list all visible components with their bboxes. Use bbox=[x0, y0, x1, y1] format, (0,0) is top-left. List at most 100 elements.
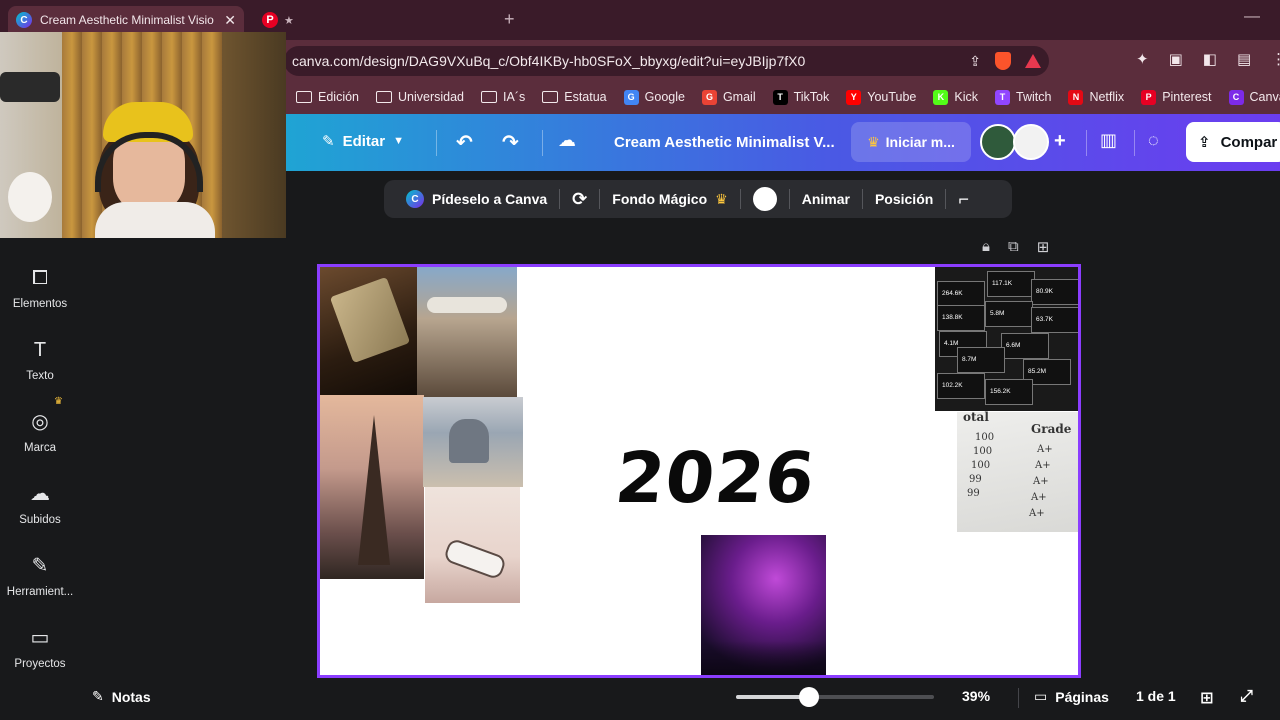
sidebar-item-projects[interactable]: ▭ Proyectos bbox=[0, 626, 80, 670]
photo-beach[interactable] bbox=[423, 397, 523, 487]
undo-icon[interactable]: ↶ bbox=[456, 130, 473, 155]
google-icon: G bbox=[623, 89, 639, 105]
photo-concert[interactable] bbox=[701, 535, 826, 675]
replace-icon[interactable]: ⟳ bbox=[560, 189, 599, 210]
design-title[interactable]: Cream Aesthetic Minimalist V... bbox=[614, 134, 835, 151]
photo-airport[interactable] bbox=[417, 267, 517, 397]
sidebar-item-uploads[interactable]: ☁ Subidos bbox=[0, 482, 80, 526]
menu-icon[interactable]: ⋮ bbox=[1271, 50, 1280, 68]
bookmark-youtube[interactable]: Y YouTube bbox=[846, 89, 916, 105]
new-tab-icon[interactable]: + bbox=[504, 9, 515, 30]
bookmark-label: TikTok bbox=[793, 90, 830, 104]
cloud-saved-icon[interactable]: ☁ bbox=[558, 130, 576, 151]
lock-icon[interactable]: 🔒︎ bbox=[982, 238, 990, 256]
tab-canva[interactable]: C Cream Aesthetic Minimalist Visio ✕ bbox=[8, 6, 244, 34]
bookmark-label: Google bbox=[644, 90, 685, 104]
sidebar-item-brand[interactable]: ◎ Marca bbox=[0, 410, 80, 454]
bookmark-ia-s[interactable]: IA´s bbox=[481, 90, 525, 104]
photo-eiffel-tower[interactable] bbox=[320, 395, 424, 579]
stat-card: 8.7M bbox=[957, 347, 1005, 373]
pages-label: Páginas bbox=[1055, 688, 1109, 705]
sidebar-item-tools[interactable]: ✎ Herramient... bbox=[0, 554, 80, 598]
extensions-icon[interactable]: ✦ bbox=[1136, 50, 1149, 68]
zoom-slider[interactable] bbox=[736, 687, 934, 707]
chevron-down-icon: ▼ bbox=[393, 135, 404, 147]
bookmark-tiktok[interactable]: T TikTok bbox=[772, 89, 830, 105]
bookmark-edici-n[interactable]: Edición bbox=[296, 90, 359, 104]
bookmark-twitch[interactable]: T Twitch bbox=[995, 89, 1051, 105]
bookmark-pinterest[interactable]: P Pinterest bbox=[1141, 89, 1212, 105]
paint-roller-icon[interactable]: ⌐ bbox=[946, 189, 981, 210]
sidebar-toggle-icon[interactable]: ◧ bbox=[1203, 50, 1217, 68]
stat-card: 117.1K bbox=[987, 271, 1035, 297]
sidebar-item-elements[interactable]: ⧠ Elementos bbox=[0, 266, 80, 310]
avatar[interactable] bbox=[980, 124, 1016, 160]
bookmark-label: Kick bbox=[954, 90, 979, 104]
page-count[interactable]: 1 de 1 bbox=[1136, 688, 1176, 704]
folder-icon bbox=[296, 91, 312, 103]
url-text[interactable]: canva.com/design/DAG9VXuBq_c/Obf4IKBy-hb… bbox=[292, 53, 957, 69]
reader-icon[interactable]: ▣ bbox=[1169, 50, 1183, 68]
canva-ai-icon: C bbox=[406, 190, 424, 208]
photo-grades[interactable]: otal Grade 100 A+ 100 A+ 100 A+ 99 A+ 99… bbox=[957, 410, 1078, 532]
folder-icon bbox=[376, 91, 392, 103]
bookmark-gmail[interactable]: G Gmail bbox=[701, 89, 756, 105]
grid-view-icon[interactable]: ⊞ bbox=[1200, 688, 1213, 708]
bookmark-label: Edición bbox=[318, 90, 359, 104]
upload-share-icon: ⇪ bbox=[1198, 134, 1211, 151]
share-page-icon[interactable]: ⇪ bbox=[969, 53, 981, 70]
tab-pinterest[interactable]: P ★ bbox=[262, 12, 294, 28]
position-label: Posición bbox=[874, 191, 934, 207]
zoom-slider-thumb[interactable] bbox=[799, 687, 820, 707]
stat-card: 63.7K bbox=[1031, 307, 1078, 333]
rewards-icon[interactable] bbox=[1025, 54, 1041, 68]
brave-shields-icon[interactable] bbox=[995, 52, 1011, 70]
position-button[interactable]: Posición bbox=[863, 191, 945, 207]
grades-header-left: otal bbox=[963, 410, 989, 424]
redo-icon[interactable]: ↷ bbox=[502, 130, 519, 155]
wallet-icon[interactable]: ▤ bbox=[1237, 50, 1251, 68]
bookmark-google[interactable]: G Google bbox=[623, 89, 685, 105]
add-collaborator-icon[interactable]: + bbox=[1054, 130, 1066, 153]
headline-year[interactable]: 2026 bbox=[612, 437, 819, 519]
photo-stats[interactable]: 264.6K 117.1K 80.9K 138.8K 5.8M 63.7K 4.1M 6.6M… bbox=[935, 267, 1078, 411]
bookmark-canva[interactable]: C Canva bbox=[1228, 89, 1280, 105]
sidebar-item-text[interactable]: T Texto bbox=[0, 338, 80, 382]
notes-label: Notas bbox=[111, 688, 151, 705]
sidebar-item-label: Elementos bbox=[12, 298, 68, 310]
edit-menu-button[interactable]: ✎ Editar ▼ bbox=[322, 132, 404, 151]
duplicate-page-icon[interactable]: ⧉ bbox=[1008, 238, 1019, 256]
bookmark-estatua[interactable]: Estatua bbox=[542, 90, 607, 104]
pages-button[interactable]: ▭ Páginas bbox=[1034, 688, 1109, 705]
grade-score: 99 bbox=[969, 474, 982, 485]
comment-icon[interactable]: ◌ bbox=[1148, 130, 1159, 151]
magic-background-button[interactable]: Fondo Mágico ♛ bbox=[600, 191, 739, 208]
close-icon[interactable]: ✕ bbox=[224, 12, 236, 29]
folder-icon: ▭ bbox=[30, 627, 50, 649]
add-page-icon[interactable]: ⊞ bbox=[1037, 238, 1050, 256]
share-button[interactable]: ⇪ Compar bbox=[1186, 122, 1280, 162]
notes-button[interactable]: ✎ Notas bbox=[92, 688, 151, 705]
start-pro-button[interactable]: ♛ Iniciar m... bbox=[851, 122, 971, 162]
address-bar[interactable]: canva.com/design/DAG9VXuBq_c/Obf4IKBy-hb… bbox=[284, 46, 1049, 76]
background-color-button[interactable] bbox=[741, 187, 789, 211]
zoom-percentage[interactable]: 39% bbox=[962, 688, 990, 704]
sidebar-item-label: Herramient... bbox=[6, 586, 74, 598]
avatar[interactable] bbox=[1013, 124, 1049, 160]
color-swatch bbox=[752, 187, 777, 211]
fullscreen-icon[interactable]: ⤢ bbox=[1240, 688, 1253, 706]
ask-canva-button[interactable]: C Pídeselo a Canva bbox=[394, 190, 559, 208]
design-canvas[interactable]: 264.6K 117.1K 80.9K 138.8K 5.8M 63.7K 4.1M 6.6M… bbox=[317, 264, 1081, 678]
bookmark-netflix[interactable]: N Netflix bbox=[1068, 89, 1124, 105]
bookmark-label: Universidad bbox=[398, 90, 465, 104]
bookmark-kick[interactable]: K Kick bbox=[933, 89, 979, 105]
brand-icon: ◎ bbox=[31, 411, 49, 433]
photo-yoga[interactable] bbox=[425, 487, 520, 603]
insights-icon[interactable]: ▥ bbox=[1100, 130, 1117, 151]
divider bbox=[1134, 130, 1135, 156]
bookmark-universidad[interactable]: Universidad bbox=[376, 90, 464, 104]
animate-button[interactable]: Animar bbox=[790, 191, 862, 207]
photo-money[interactable] bbox=[320, 267, 418, 395]
stat-card: 6.6M bbox=[1001, 333, 1049, 359]
minimize-icon[interactable]: — bbox=[1244, 8, 1260, 26]
